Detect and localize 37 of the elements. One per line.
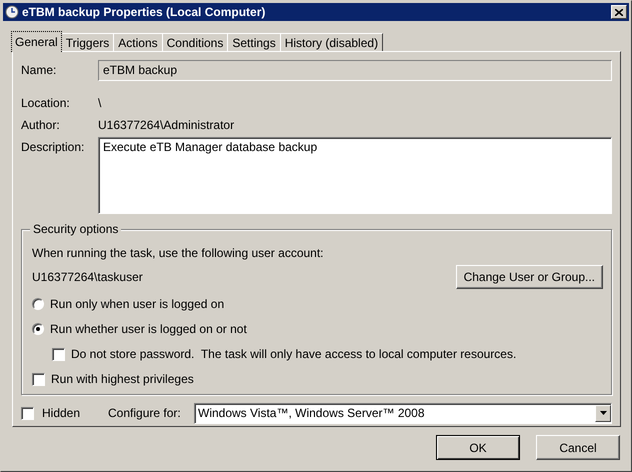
account-prompt: When running the task, use the following user account: xyxy=(32,246,325,262)
option-label: Hidden xyxy=(42,406,82,420)
option-label: Run with highest privileges xyxy=(51,372,194,386)
option-label: Run whether user is logged on or not xyxy=(50,322,247,336)
field-label: Description: xyxy=(21,139,86,154)
checkbox[interactable] xyxy=(21,406,34,420)
tab[interactable]: General xyxy=(11,31,62,52)
name-field[interactable]: eTBM backup xyxy=(98,60,612,81)
field-label: Location: xyxy=(21,94,71,110)
option-label: Do not store password. The task will only have access to local computer resources. xyxy=(71,347,516,362)
cancel-button[interactable]: Cancel xyxy=(536,435,620,460)
tab[interactable]: Settings xyxy=(227,33,281,51)
window-title: eTBM backup Properties (Local Computer) xyxy=(22,5,266,19)
account-name: U16377264\taskuser xyxy=(32,270,143,284)
ok-button[interactable]: OK xyxy=(436,435,520,460)
checkbox[interactable] xyxy=(52,348,65,361)
tab[interactable]: Triggers xyxy=(60,33,114,51)
tab[interactable]: History (disabled) xyxy=(280,33,384,51)
option-label: Run only when user is logged on xyxy=(50,297,224,312)
field-value: U16377264\Administrator xyxy=(98,116,234,132)
field-label: Name: xyxy=(21,62,58,77)
checkbox[interactable] xyxy=(32,372,45,386)
change-user-button[interactable]: Change User or Group... xyxy=(456,264,603,289)
description-field[interactable]: Execute eTB Manager database backup xyxy=(98,137,612,214)
radio-button[interactable] xyxy=(32,323,44,336)
close-button[interactable] xyxy=(611,5,627,19)
tab[interactable]: Conditions xyxy=(162,33,228,51)
field-value: \ xyxy=(98,94,102,110)
field-label: Configure for: xyxy=(108,406,182,420)
configure-dropdown[interactable]: Windows Vista™, Windows Server™ 2008 xyxy=(194,402,612,424)
close-icon xyxy=(615,8,623,16)
dropdown-arrow-icon xyxy=(600,411,606,416)
clock-icon xyxy=(5,5,19,19)
group-title: Security options xyxy=(30,222,122,236)
field-label: Author: xyxy=(21,116,61,132)
radio-button[interactable] xyxy=(32,298,44,310)
tab[interactable]: Actions xyxy=(113,33,163,51)
